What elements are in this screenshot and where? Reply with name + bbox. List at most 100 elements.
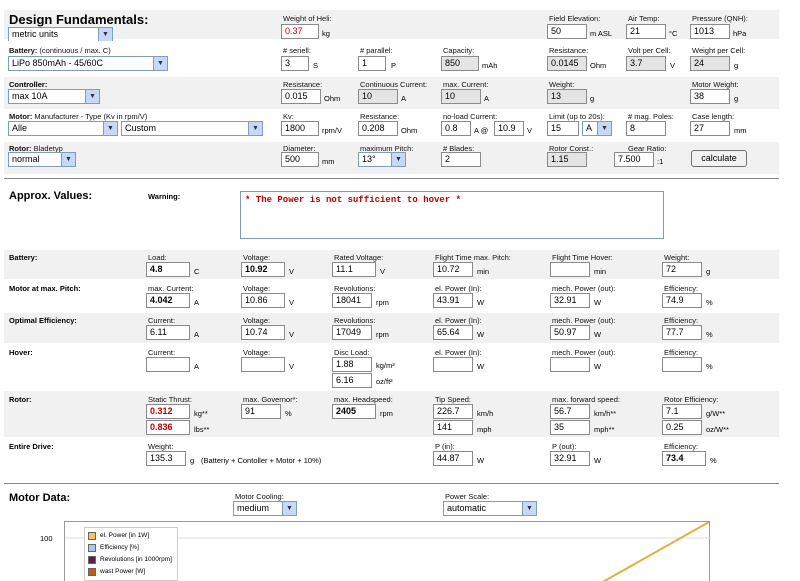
opt-voltage-field: 10.74 [241,325,285,340]
mag-poles-field[interactable]: 8 [626,121,666,136]
battery-label: Battery: (continuous / max. C) [9,46,111,55]
max-current-field: 10 [441,89,481,104]
motor-data-title: Motor Data: [9,492,71,504]
seriell-field[interactable]: 3 [281,56,309,71]
motor-resistance-field[interactable]: 0.208 [358,121,398,136]
hover-efficiency-field [662,357,702,372]
pressure-field[interactable]: 1013 [690,24,730,39]
pitch-select[interactable]: 13° ▼ [358,152,406,167]
noload-current-field[interactable]: 0.8 [441,121,471,136]
chevron-down-icon[interactable]: ▼ [391,153,405,166]
drive-power-in-field: 44.87 [433,451,473,466]
chevron-down-icon[interactable]: ▼ [522,502,536,515]
rotor-efficiency-g-field: 7.1 [662,404,702,419]
limit-unit-select[interactable]: A ▼ [582,121,612,136]
calculate-button[interactable]: calculate [691,150,747,167]
chevron-down-icon[interactable]: ▼ [98,28,112,41]
opt-power-in-field: 65.64 [433,325,473,340]
diameter-field[interactable]: 500 [281,152,319,167]
controller-label: Controller: [9,80,48,89]
air-temp-field[interactable]: 21 [626,24,666,39]
blades-field[interactable]: 2 [441,152,481,167]
forward-speed-kmh-field: 56.7 [550,404,590,419]
motor-label: Motor: Manufacturer - Type (Kv in rpm/V) [9,112,148,121]
battery-weight-field: 72 [662,262,702,277]
motor-type-select[interactable]: Custom ▼ [121,121,263,136]
max-pitch-power-in-field: 43.91 [433,293,473,308]
max-pitch-power-out-field: 32.91 [550,293,590,308]
drive-efficiency-field: 73.4 [662,451,706,466]
capacity-field: 850 [441,56,479,71]
chevron-down-icon[interactable]: ▼ [248,122,262,135]
legend-item: Revolutions [in 1000rpm] [88,554,174,566]
legend-item: wast Power [W] [88,566,174,578]
motor-weight-field[interactable]: 38 [690,89,730,104]
parallel-field[interactable]: 1 [358,56,386,71]
chevron-down-icon[interactable]: ▼ [103,122,117,135]
gear-ratio-field[interactable]: 7.500 [614,152,654,167]
volt-per-cell-field: 3.7 [626,56,666,71]
battery-select[interactable]: LiPo 850mAh - 45/60C ▼ [8,56,168,71]
opt-revolutions-field: 17049 [332,325,372,340]
load-field: 4.8 [146,262,190,277]
hover-power-out-field [550,357,590,372]
controller-select[interactable]: max 10A ▼ [8,89,100,104]
max-pitch-efficiency-field: 74.9 [662,293,702,308]
flight-time-max-field: 10.72 [433,262,473,277]
chevron-down-icon[interactable]: ▼ [597,122,611,135]
opt-power-out-field: 50.97 [550,325,590,340]
warning-label: Warning: [148,192,181,201]
noload-voltage-field[interactable]: 10.9 [494,121,524,136]
opt-current-field: 6.11 [146,325,190,340]
warning-box: * The Power is not sufficient to hover * [240,191,664,239]
tip-speed-kmh-field: 226.7 [433,404,473,419]
series-line-el-power [602,521,710,581]
battery-resistance-field: 0.0145 [547,56,587,71]
max-pitch-voltage-field: 10.86 [241,293,285,308]
max-headspeed-field: 2405 [332,404,376,419]
approx-values-title: Approx. Values: [9,190,93,202]
power-scale-select[interactable]: automatic ▼ [443,501,537,516]
case-length-field[interactable]: 27 [690,121,730,136]
limit-field[interactable]: 15 [547,121,579,136]
rotor-const-field: 1.15 [547,152,587,167]
weight-per-cell-field: 24 [690,56,730,71]
controller-resistance-field[interactable]: 0.015 [281,89,321,104]
chevron-down-icon[interactable]: ▼ [61,153,75,166]
battery-voltage-field: 10.92 [241,262,285,277]
design-fundamentals-title: Design Fundamentals: [9,12,149,27]
heli-weight-field[interactable]: 0.37 [281,24,319,39]
max-pitch-current-field: 4.042 [146,293,190,308]
field-elevation-field[interactable]: 50 [547,24,587,39]
opt-efficiency-field: 77.7 [662,325,702,340]
heli-weight-label: Weight of Heli: [283,14,332,23]
static-thrust-kg-field: 0.312 [146,404,190,419]
rated-voltage-field: 11.1 [332,262,376,277]
flight-time-hover-field [550,262,590,277]
forward-speed-mph-field: 35 [550,420,590,435]
y-tick-100: 100 [40,534,53,543]
legend-item: el. Power [in 1W] [88,530,174,542]
manufacturer-select[interactable]: Alle ▼ [8,121,118,136]
hover-power-in-field [433,357,473,372]
hover-current-field [146,357,190,372]
disc-load-oz-field: 6.16 [332,373,372,388]
motor-cooling-select[interactable]: medium ▼ [233,501,297,516]
max-governor-field: 91 [241,404,281,419]
chevron-down-icon[interactable]: ▼ [153,57,167,70]
max-pitch-revolutions-field: 18041 [332,293,372,308]
controller-weight-field: 13 [547,89,587,104]
tip-speed-mph-field: 141 [433,420,473,435]
kv-field[interactable]: 1800 [281,121,319,136]
drive-weight-field: 135.3 [146,451,186,466]
rotor-efficiency-oz-field: 0.25 [662,420,702,435]
disc-load-kg-field: 1.88 [332,357,372,372]
hover-voltage-field [241,357,285,372]
continuous-current-field: 10 [358,89,398,104]
chevron-down-icon[interactable]: ▼ [282,502,296,515]
units-select[interactable]: metric units ▼ [8,27,113,42]
chevron-down-icon[interactable]: ▼ [85,90,99,103]
chart-legend: el. Power [in 1W] Efficiency [%] Revolut… [84,527,178,581]
bladetype-select[interactable]: normal ▼ [8,152,76,167]
static-thrust-lbs-field: 0.836 [146,420,190,435]
